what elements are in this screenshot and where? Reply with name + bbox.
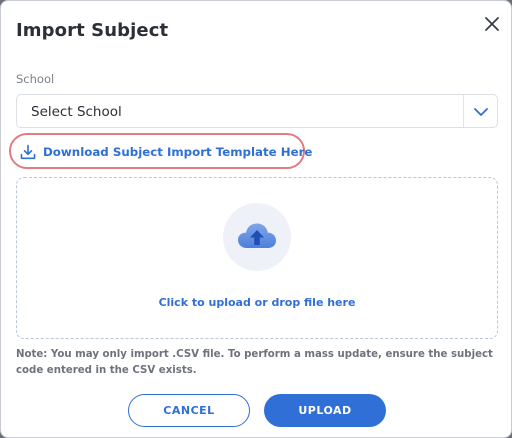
file-dropzone[interactable]: Click to upload or drop file here	[16, 177, 498, 339]
download-template-label: Download Subject Import Template Here	[43, 145, 313, 159]
modal-footer: CANCEL UPLOAD	[1, 380, 511, 437]
modal-title: Import Subject	[16, 20, 169, 41]
upload-button[interactable]: UPLOAD	[264, 394, 386, 427]
cancel-button[interactable]: CANCEL	[128, 394, 250, 427]
school-label: School	[16, 72, 55, 86]
import-note: Note: You may only import .CSV file. To …	[16, 349, 493, 376]
cloud-upload-icon	[238, 223, 276, 248]
school-select-value: Select School	[31, 104, 122, 120]
cloud-icon-circle	[223, 203, 291, 271]
school-select[interactable]: Select School	[16, 94, 498, 128]
chevron-down-icon[interactable]	[473, 104, 489, 120]
select-divider	[463, 95, 464, 127]
download-icon	[20, 144, 36, 160]
import-subject-modal: Import Subject School Select School Down…	[0, 0, 512, 438]
close-icon[interactable]	[481, 13, 503, 35]
dropzone-label: Click to upload or drop file here	[158, 296, 356, 309]
download-template-link[interactable]: Download Subject Import Template Here	[9, 133, 312, 169]
